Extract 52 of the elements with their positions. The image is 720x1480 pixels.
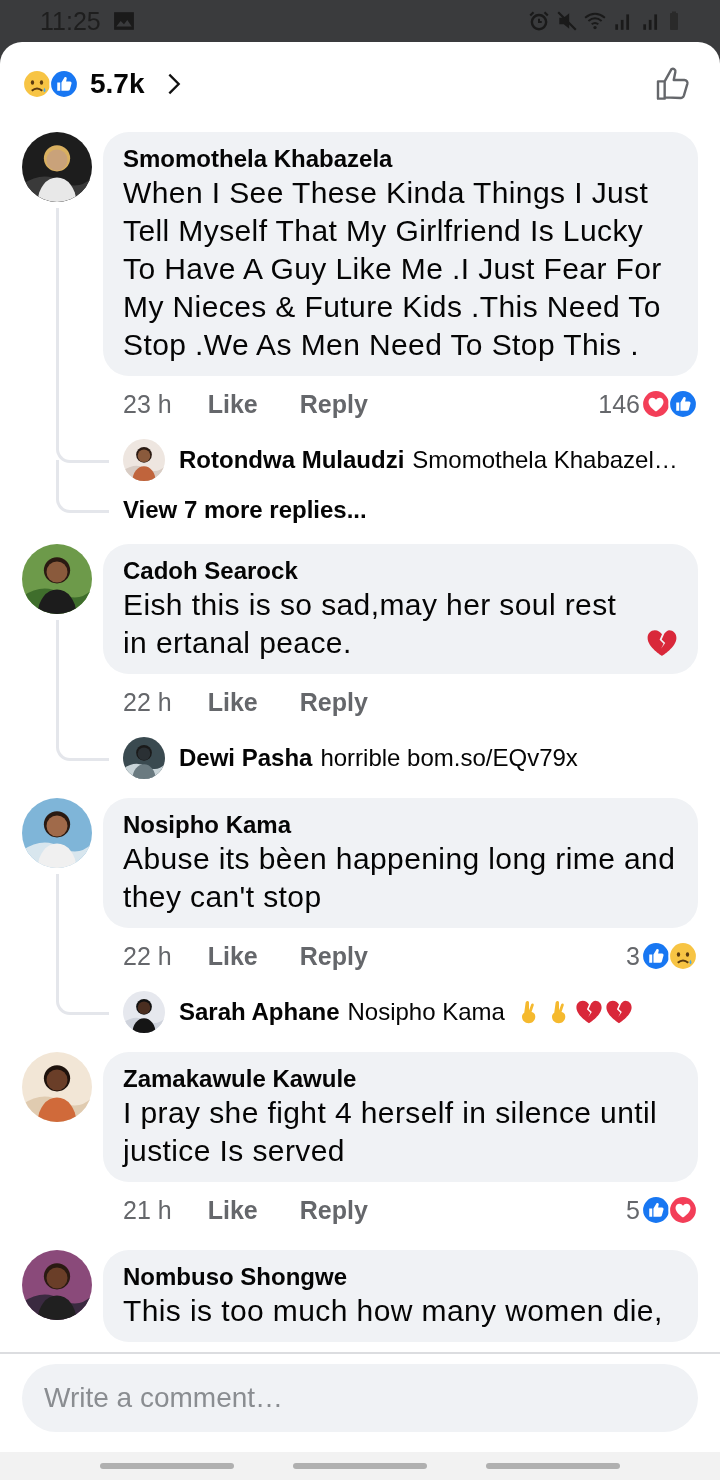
comment-text: This is too much how many women die, xyxy=(123,1293,663,1329)
chevron-right-icon xyxy=(166,72,181,96)
reply-link[interactable]: Reply xyxy=(299,941,368,971)
reaction-count: 146 xyxy=(598,389,640,419)
view-more-replies-link[interactable]: View 7 more replies... xyxy=(123,496,367,524)
like-reaction-icon xyxy=(49,69,79,99)
like-link[interactable]: Like xyxy=(207,687,258,717)
comment-text: When I See These Kinda Things I Just Tell Myself That My Girlfriend Is Lucky To Have A Guy Like Me .I Just Fear For My Nieces & Future Kids .This Need To Stop .We As Men Need To Stop This . xyxy=(123,175,663,363)
sad-face-icon xyxy=(668,941,698,971)
comment-author[interactable]: Zamakawule Kawule xyxy=(123,1064,678,1094)
alarm-icon xyxy=(528,10,550,32)
reply-link[interactable]: Reply xyxy=(299,389,368,419)
comment-time: 22 h xyxy=(123,941,172,971)
reply-text: Nosipho Kama xyxy=(347,998,505,1026)
wifi-icon xyxy=(584,10,606,32)
reply-author[interactable]: Sarah Aphane xyxy=(179,998,340,1026)
heart-reaction-icon xyxy=(641,389,671,419)
reply-link[interactable]: Reply xyxy=(299,687,368,717)
reply-link[interactable]: Reply xyxy=(299,1195,368,1225)
comment-author[interactable]: Smomothela Khabazela xyxy=(123,144,678,174)
broken-heart-icon xyxy=(604,998,633,1026)
reply-author[interactable]: Rotondwa Mulaudzi xyxy=(179,446,405,474)
comment-text: Eish this is so sad,may her soul rest in ertanal peace. xyxy=(123,587,618,661)
reaction-count: 3 xyxy=(626,941,640,971)
sad-face-icon xyxy=(22,69,52,99)
reaction-count: 5 xyxy=(626,1195,640,1225)
broken-heart-icon xyxy=(574,998,603,1026)
image-icon xyxy=(112,10,135,32)
comment-author[interactable]: Nosipho Kama xyxy=(123,810,678,840)
like-link[interactable]: Like xyxy=(207,941,258,971)
comment-text: Abuse its bèen happening long rime and they can't stop xyxy=(123,841,677,915)
like-reaction-icon xyxy=(641,941,671,971)
back-handle[interactable] xyxy=(486,1463,621,1469)
recent-apps-handle[interactable] xyxy=(99,1463,234,1469)
comment-time: 22 h xyxy=(123,687,172,717)
reply-text: horrible bom.so/EQv79x xyxy=(320,744,578,772)
home-handle[interactable] xyxy=(293,1463,427,1469)
comment-text: I pray she fight 4 herself in silence until justice Is served xyxy=(123,1095,659,1169)
mute-icon xyxy=(556,10,578,32)
reply-author[interactable]: Dewi Pasha xyxy=(179,744,313,772)
comment-time: 21 h xyxy=(123,1195,172,1225)
comment-author[interactable]: Nombuso Shongwe xyxy=(123,1262,678,1292)
comment-author[interactable]: Cadoh Searock xyxy=(123,556,678,586)
like-link[interactable]: Like xyxy=(207,389,258,419)
reply-text: Smomothela Khabazel… xyxy=(412,446,678,474)
comment-input-field[interactable]: Write a comment… xyxy=(22,1364,698,1432)
comment-time: 23 h xyxy=(123,389,172,419)
like-link[interactable]: Like xyxy=(207,1195,258,1225)
heart-reaction-icon xyxy=(668,1195,698,1225)
like-reaction-icon xyxy=(668,389,698,419)
like-reaction-icon xyxy=(641,1195,671,1225)
reactions-button[interactable]: 5.7k xyxy=(18,64,185,104)
